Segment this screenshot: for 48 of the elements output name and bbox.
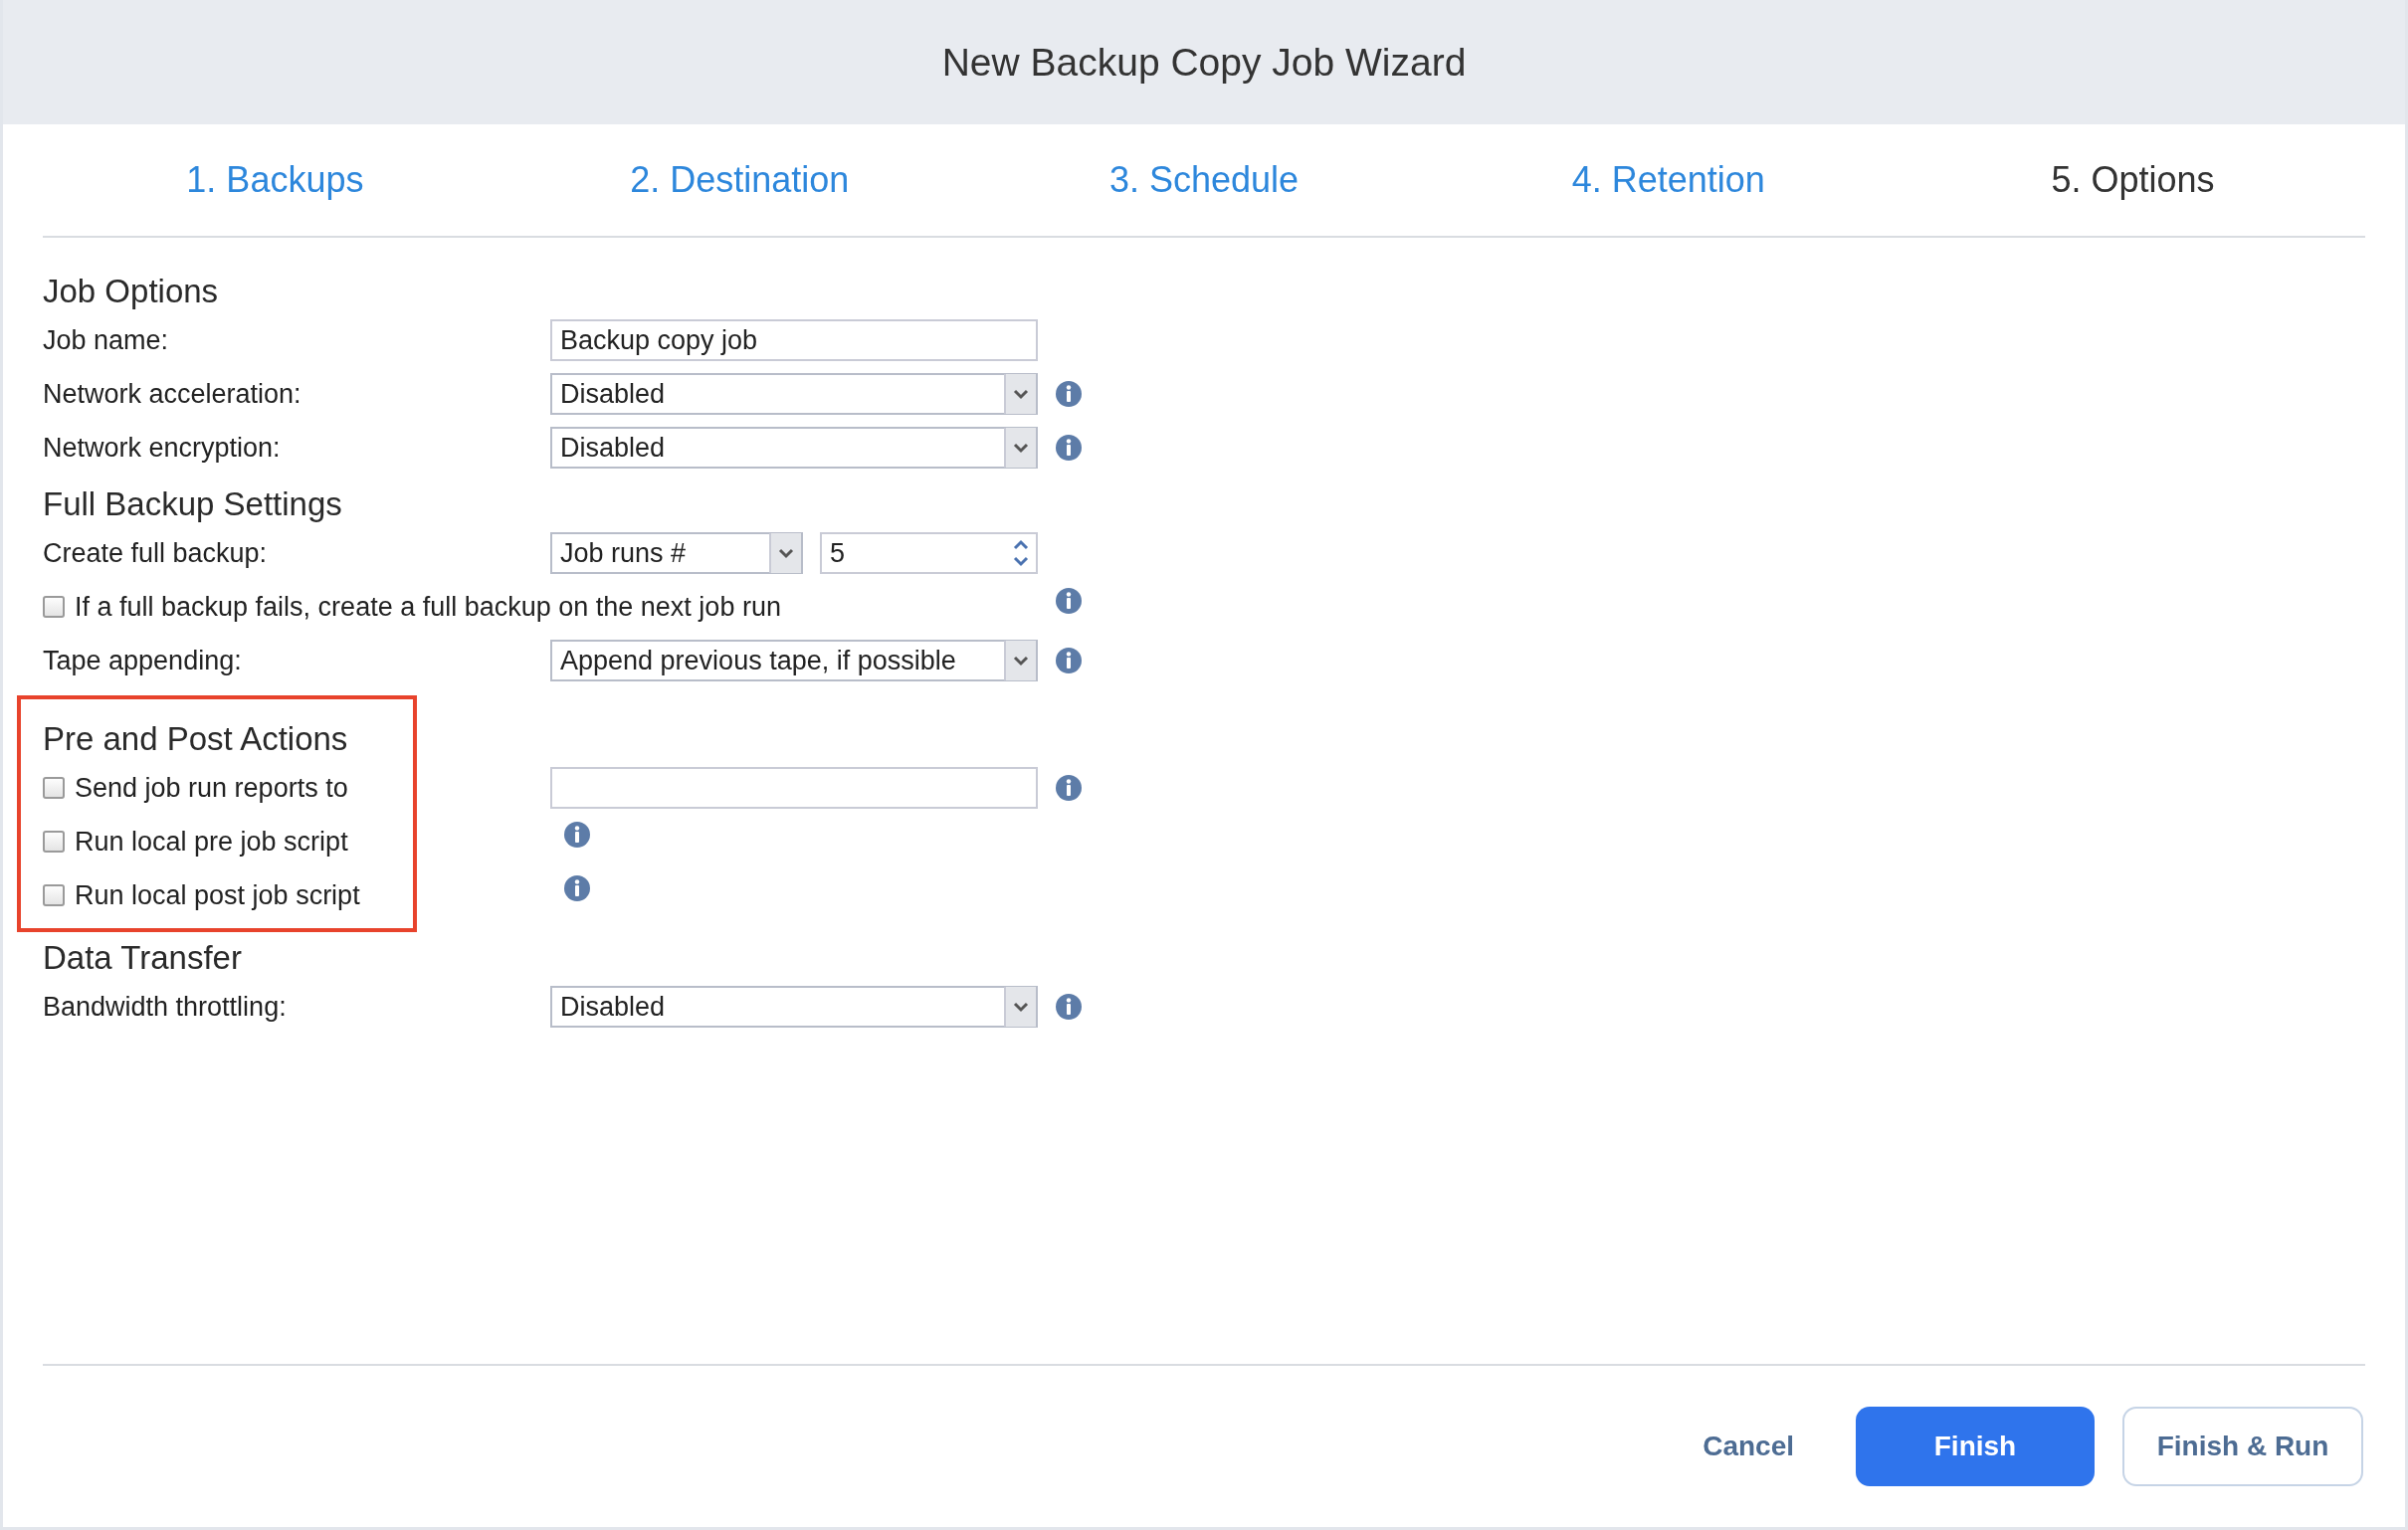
field-label: Create full backup:: [43, 537, 269, 569]
wizard-step-tab[interactable]: 4. Retention: [1571, 159, 1765, 201]
finish-button[interactable]: Finish: [1856, 1407, 2095, 1486]
text-field[interactable]: Backup copy job: [550, 319, 1038, 361]
checkbox[interactable]: [43, 884, 65, 906]
info-icon[interactable]: [564, 822, 590, 848]
window-title: New Backup Copy Job Wizard: [941, 40, 1467, 85]
section-title: Job Options: [43, 272, 220, 311]
section-title: Data Transfer: [43, 938, 243, 978]
number-spinner[interactable]: 5: [820, 532, 1038, 574]
dropdown[interactable]: Job runs #: [550, 532, 803, 574]
field-label: Job name:: [43, 324, 170, 356]
chevron-down-icon: [1004, 428, 1036, 468]
email-field[interactable]: [550, 767, 1038, 809]
info-icon[interactable]: [564, 875, 590, 901]
cancel-button[interactable]: Cancel: [1685, 1407, 1812, 1486]
info-icon[interactable]: [1056, 648, 1082, 673]
wizard-step-tab[interactable]: 3. Schedule: [1108, 159, 1300, 201]
wizard-step-tab[interactable]: 1. Backups: [186, 159, 364, 201]
field-label: Network encryption:: [43, 432, 282, 464]
checkbox-label[interactable]: If a full backup fails, create a full backup on the next job run: [75, 591, 781, 623]
wizard-step-tab[interactable]: 2. Destination: [630, 159, 850, 201]
info-icon[interactable]: [1056, 994, 1082, 1020]
chevron-down-icon: [1004, 374, 1036, 414]
chevron-down-icon: [769, 533, 801, 573]
field-label: Tape appending:: [43, 645, 243, 676]
finish-and-run-button[interactable]: Finish & Run: [2122, 1407, 2363, 1486]
checkbox-label[interactable]: Send job run reports to: [75, 772, 348, 804]
checkbox-label[interactable]: Run local pre job script: [75, 826, 348, 858]
field-label: Network acceleration:: [43, 378, 302, 410]
dropdown[interactable]: Append previous tape, if possible: [550, 640, 1038, 681]
wizard-step-tab[interactable]: 5. Options: [2051, 159, 2215, 201]
field-label: Bandwidth throttling:: [43, 991, 288, 1023]
checkbox-label[interactable]: Run local post job script: [75, 879, 360, 911]
checkbox[interactable]: [43, 831, 65, 853]
info-icon[interactable]: [1056, 775, 1082, 801]
info-icon[interactable]: [1056, 381, 1082, 407]
dropdown[interactable]: Disabled: [550, 427, 1038, 469]
info-icon[interactable]: [1056, 435, 1082, 461]
section-title: Full Backup Settings: [43, 484, 343, 524]
checkbox[interactable]: [43, 596, 65, 618]
chevron-down-icon: [1004, 987, 1036, 1027]
checkbox[interactable]: [43, 777, 65, 799]
dropdown[interactable]: Disabled: [550, 986, 1038, 1028]
section-title: Pre and Post Actions: [43, 719, 349, 759]
dropdown[interactable]: Disabled: [550, 373, 1038, 415]
chevron-down-icon: [1004, 641, 1036, 680]
info-icon[interactable]: [1056, 588, 1082, 614]
